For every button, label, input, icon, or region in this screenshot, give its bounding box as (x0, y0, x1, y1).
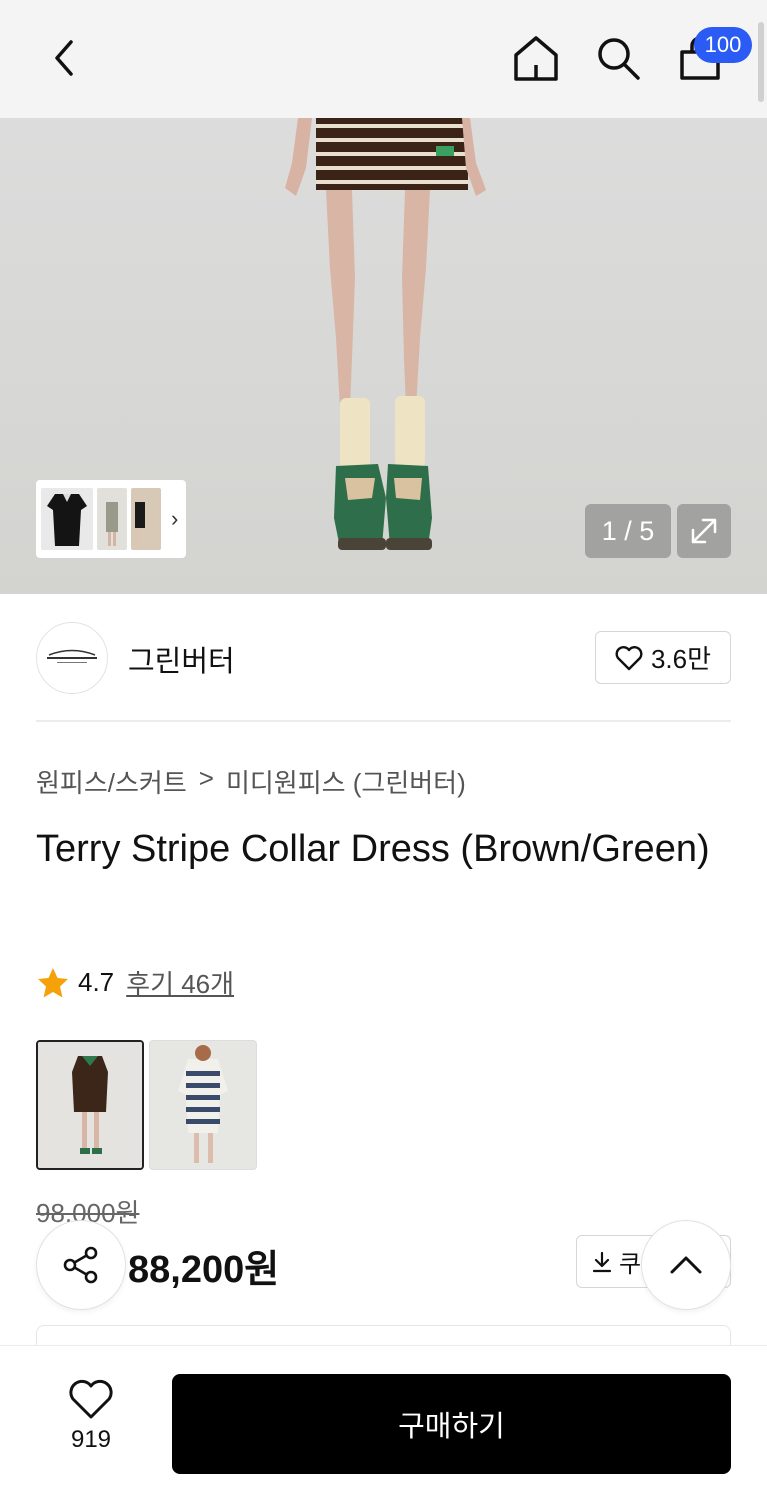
reviews-link[interactable]: 후기 46개 (126, 964, 234, 1001)
buy-button[interactable]: 구매하기 (172, 1374, 731, 1474)
back-icon (55, 40, 73, 76)
gallery-thumbnail-strip[interactable]: › (36, 480, 186, 558)
rating-value: 4.7 (78, 967, 115, 997)
brand-like-button[interactable]: 3.6만 (595, 631, 731, 684)
sale-price: 88,200원 (128, 1249, 280, 1291)
top-app-bar: 100 (0, 0, 767, 118)
gallery-thumbnail[interactable] (97, 488, 127, 550)
heart-icon (69, 1379, 113, 1419)
back-button[interactable] (36, 30, 92, 86)
variant-navy-white[interactable] (149, 1040, 257, 1170)
heart-icon (615, 645, 643, 670)
search-button[interactable] (590, 30, 646, 86)
chevron-right-icon[interactable]: › (171, 506, 178, 532)
expand-button[interactable] (677, 504, 731, 558)
variant-brown-green[interactable] (36, 1040, 144, 1170)
scrollbar[interactable] (758, 22, 764, 102)
rating-row: 4.7 후기 46개 (36, 964, 234, 1001)
variant-image (150, 1041, 256, 1169)
brand-name[interactable]: 그린버터 (128, 638, 235, 680)
product-title: Terry Stripe Collar Dress (Brown/Green) (36, 828, 710, 870)
divider (36, 720, 731, 722)
share-button[interactable] (36, 1220, 126, 1310)
color-variant-list (36, 1040, 257, 1170)
image-counter: 1 / 5 (585, 504, 671, 558)
breadcrumb-category[interactable]: 원피스/스커트 (36, 763, 187, 800)
expand-icon (691, 518, 717, 544)
share-icon (63, 1246, 98, 1284)
product-image-gallery[interactable]: › 1 / 5 (0, 118, 767, 594)
variant-image (38, 1042, 142, 1168)
chevron-up-icon (670, 1256, 702, 1274)
scroll-to-top-button[interactable] (641, 1220, 731, 1310)
star-icon (38, 967, 68, 997)
brand-logo[interactable] (36, 622, 108, 694)
download-icon (592, 1251, 612, 1272)
gallery-thumbnail[interactable] (41, 488, 93, 550)
wishlist-button[interactable]: 919 (60, 1378, 122, 1454)
brand-like-count: 3.6만 (650, 644, 712, 674)
wishlist-count: 919 (70, 1426, 112, 1453)
home-button[interactable] (508, 30, 564, 86)
gallery-thumbnail[interactable] (131, 488, 161, 550)
breadcrumb-subcategory[interactable]: 미디원피스 (그린버터) (226, 763, 466, 800)
cart-count-badge: 100 (694, 27, 752, 63)
brand-logo-image (47, 649, 97, 663)
breadcrumb-separator: > (198, 763, 214, 793)
search-icon (598, 38, 640, 80)
breadcrumb: 원피스/스커트 > 미디원피스 (그린버터) (36, 763, 466, 800)
home-icon (514, 36, 558, 81)
